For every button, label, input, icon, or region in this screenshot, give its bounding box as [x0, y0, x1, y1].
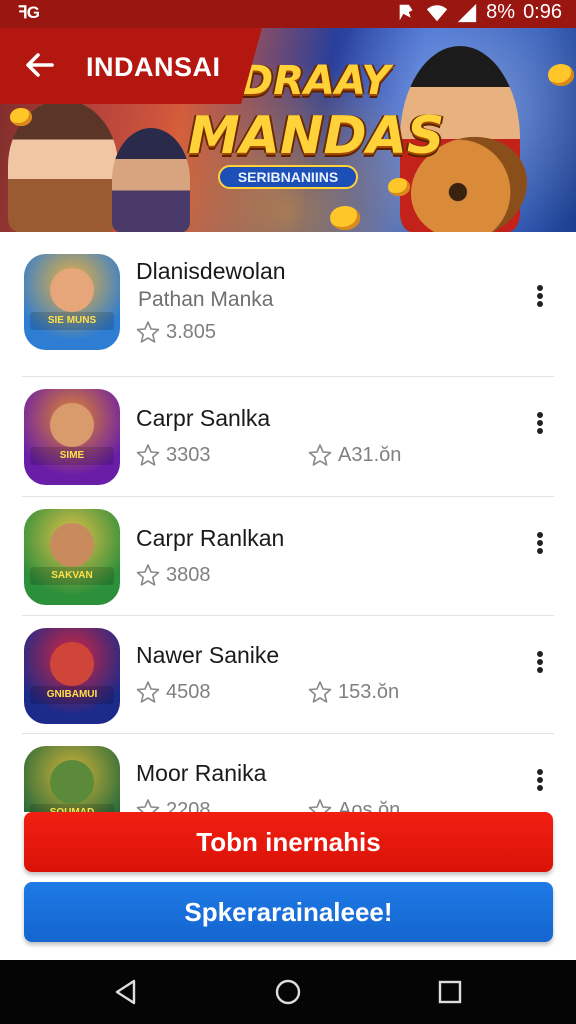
- more-options-icon[interactable]: [530, 766, 550, 794]
- star-icon: [136, 799, 160, 812]
- page-title: INDANSAI: [86, 52, 221, 82]
- rating-stat: 2208: [136, 798, 211, 812]
- game-logo-subtitle: SERIBNANIINS: [218, 165, 358, 189]
- list-item[interactable]: SIE MUNS Dlanisdewolan Pathan Manka 3.80…: [22, 232, 554, 377]
- coin-decoration: [548, 64, 574, 86]
- nav-recents-icon[interactable]: [436, 978, 464, 1006]
- coin-decoration: [10, 108, 32, 126]
- rating-value: 3303: [166, 443, 211, 466]
- secondary-stat: 153.ŏn: [308, 680, 399, 704]
- status-bar: ꟻG 8% 0:96: [0, 0, 576, 28]
- thumbnail-character: [50, 642, 94, 686]
- nav-back-icon[interactable]: [112, 978, 140, 1006]
- rating-value: 4508: [166, 680, 211, 703]
- list-item[interactable]: GNIBAMUI Nawer Sanike 4508 153.ŏn: [22, 616, 554, 734]
- rating-value: 2208: [166, 798, 211, 813]
- star-icon: [308, 444, 332, 466]
- notification-icon: [399, 4, 413, 20]
- star-icon: [136, 444, 160, 466]
- more-options-icon[interactable]: [530, 529, 550, 557]
- status-time: 0:96: [523, 1, 562, 23]
- thumbnail-label: SIME: [30, 447, 114, 465]
- status-app-icons: ꟻG: [18, 3, 40, 22]
- game-thumbnail[interactable]: SOUMAD: [24, 746, 120, 812]
- coin-decoration: [330, 206, 360, 230]
- secondary-value: A31.ŏn: [338, 443, 402, 466]
- star-icon: [136, 681, 160, 703]
- system-nav-bar: [0, 960, 576, 1024]
- arrow-left-icon[interactable]: [22, 48, 56, 82]
- rating-stat: 3303: [136, 443, 211, 467]
- thumbnail-label: GNIBAMUI: [30, 686, 114, 704]
- more-options-icon[interactable]: [530, 648, 550, 676]
- game-subtitle: Pathan Manka: [138, 288, 274, 311]
- signal-icon: [457, 3, 477, 22]
- star-icon: [136, 321, 160, 343]
- list-item[interactable]: SAKVAN Carpr Ranlkan 3808: [22, 497, 554, 616]
- game-title: Carpr Sanlka: [136, 405, 271, 431]
- secondary-stat: A31.ŏn: [308, 443, 401, 467]
- game-logo-line1: DRAAY: [240, 58, 391, 104]
- game-title: Nawer Sanike: [136, 642, 280, 668]
- rating-value: 3808: [166, 563, 211, 586]
- list-item[interactable]: SIME Carpr Sanlka 3303 A31.ŏn: [22, 377, 554, 497]
- game-thumbnail[interactable]: SIE MUNS: [24, 254, 120, 350]
- thumbnail-character: [50, 523, 94, 567]
- star-icon: [136, 564, 160, 586]
- nav-home-icon[interactable]: [274, 978, 302, 1006]
- rating-stat: 3808: [136, 563, 211, 587]
- screen: ꟻG 8% 0:96 DRAAY MANDAS SERIBNANIINS IND…: [0, 0, 576, 1024]
- thumbnail-character: [50, 760, 94, 804]
- star-icon: [308, 681, 332, 703]
- banner-character-friend: [112, 128, 190, 232]
- secondary-action-button[interactable]: Spkerarainaleee!: [24, 882, 553, 942]
- thumbnail-character: [50, 268, 94, 312]
- hero-banner: DRAAY MANDAS SERIBNANIINS INDANSAI: [0, 28, 576, 232]
- game-thumbnail[interactable]: SIME: [24, 389, 120, 485]
- game-title: Carpr Ranlkan: [136, 525, 285, 551]
- rating-value: 3.805: [166, 320, 217, 343]
- star-icon: [308, 799, 332, 812]
- thumbnail-label: SIE MUNS: [30, 312, 114, 330]
- battery-percent: 8%: [486, 1, 516, 23]
- game-title: Dlanisdewolan: [136, 258, 286, 284]
- game-list: SIE MUNS Dlanisdewolan Pathan Manka 3.80…: [0, 232, 576, 812]
- status-icons: 8% 0:96: [396, 1, 562, 24]
- game-title: Moor Ranika: [136, 760, 267, 786]
- rating-stat: 3.805: [136, 320, 216, 344]
- more-options-icon[interactable]: [530, 282, 550, 310]
- thumbnail-label: SAKVAN: [30, 567, 114, 585]
- secondary-value: Aos.ŏn: [338, 798, 401, 813]
- thumbnail-label: SOUMAD: [30, 804, 114, 812]
- coin-decoration: [388, 178, 410, 196]
- wifi-icon: [427, 4, 448, 21]
- list-item[interactable]: SOUMAD Moor Ranika 2208 Aos.ŏn: [22, 734, 554, 812]
- app-bar: INDANSAI: [0, 28, 262, 104]
- secondary-value: 153.ŏn: [338, 680, 400, 703]
- more-options-icon[interactable]: [530, 409, 550, 437]
- game-thumbnail[interactable]: GNIBAMUI: [24, 628, 120, 724]
- thumbnail-character: [50, 403, 94, 447]
- secondary-stat: Aos.ŏn: [308, 798, 400, 812]
- game-thumbnail[interactable]: SAKVAN: [24, 509, 120, 605]
- rating-stat: 4508: [136, 680, 211, 704]
- primary-action-button[interactable]: Tobn inernahis: [24, 812, 553, 872]
- game-logo-line2: MANDAS: [188, 106, 445, 166]
